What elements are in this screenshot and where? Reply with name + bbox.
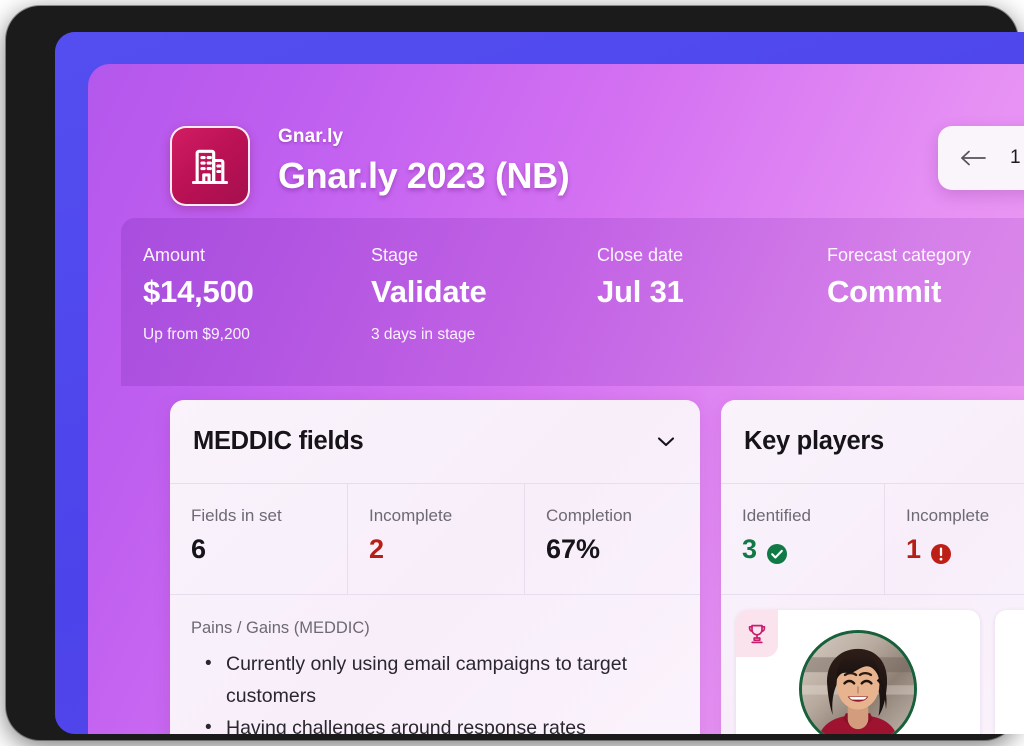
deal-heading: Gnar.ly Gnar.ly 2023 (NB) — [278, 124, 570, 200]
stat-value-wrapper: 3 — [742, 531, 884, 567]
stat-value: 2 — [369, 534, 385, 564]
key-players-card: Key players Identified 3 Incomplete 1 — [721, 400, 1024, 734]
check-circle-icon — [766, 538, 788, 564]
stat-subtext: Up from $9,200 — [143, 326, 250, 343]
list-item: Having challenges around response rates — [191, 712, 676, 734]
list-item: Currently only using email campaigns to … — [191, 648, 676, 712]
players-stat-incomplete: Incomplete 1 — [885, 484, 1024, 594]
stat-value: Validate — [371, 274, 487, 309]
deal-header: Gnar.ly Gnar.ly 2023 (NB) 1 of 5 — [88, 64, 1024, 218]
players-stat-identified: Identified 3 — [721, 484, 885, 594]
stat-label: Fields in set — [191, 506, 282, 525]
stat-label: Incomplete — [369, 506, 453, 525]
meddic-stat-fields-in-set: Fields in set 6 — [170, 484, 348, 594]
stat-amount: Amount $14,500 Up from $9,200 — [121, 244, 349, 386]
stat-stage: Stage Validate 3 days in stage — [349, 244, 575, 386]
stat-label: Completion — [546, 506, 632, 525]
list-item[interactable] — [995, 610, 1024, 734]
stat-value: 3 — [742, 534, 758, 564]
key-players-card-stats: Identified 3 Incomplete 1 — [721, 483, 1024, 595]
page-title: Gnar.ly 2023 (NB) — [278, 155, 570, 196]
company-name: Gnar.ly — [278, 126, 344, 147]
stat-value: $14,500 — [143, 274, 254, 309]
deal-stats-band: Amount $14,500 Up from $9,200 Stage Vali… — [121, 218, 1024, 386]
arrow-left-icon[interactable] — [958, 148, 988, 168]
stat-value: Jul 31 — [597, 274, 684, 309]
meddic-fields-card: MEDDIC fields Fields in set 6 Incomplete… — [170, 400, 700, 734]
meddic-stat-incomplete: Incomplete 2 — [348, 484, 525, 594]
stat-label: Forecast category — [827, 245, 972, 265]
stat-label: Stage — [371, 245, 419, 265]
meddic-card-body: Pains / Gains (MEDDIC) Currently only us… — [170, 595, 700, 734]
stat-value: 67% — [546, 534, 601, 564]
stat-label: Incomplete — [906, 506, 990, 525]
device-frame: Gnar.ly Gnar.ly 2023 (NB) 1 of 5 Amount — [6, 6, 1024, 740]
building-icon — [170, 126, 250, 206]
stat-value: Commit — [827, 274, 942, 309]
trophy-icon — [736, 610, 778, 657]
stat-subtext: 3 days in stage — [371, 326, 476, 343]
stat-value: 6 — [191, 534, 207, 564]
meddic-card-header[interactable]: MEDDIC fields — [170, 400, 700, 483]
stat-value-wrapper: 1 — [906, 531, 1024, 567]
stat-value: 1 — [906, 534, 922, 564]
stat-label: Identified — [742, 506, 811, 525]
deal-detail-panel: Gnar.ly Gnar.ly 2023 (NB) 1 of 5 Amount — [88, 64, 1024, 734]
pains-gains-list: Currently only using email campaigns to … — [191, 648, 676, 734]
list-item[interactable]: Jane Cooper — [736, 610, 980, 734]
key-players-card-header: Key players — [721, 400, 1024, 483]
pager-label: 1 of 5 — [1010, 147, 1024, 168]
meddic-card-stats: Fields in set 6 Incomplete 2 Completion … — [170, 483, 700, 595]
device-screen: Gnar.ly Gnar.ly 2023 (NB) 1 of 5 Amount — [55, 32, 1024, 734]
stat-label: Close date — [597, 245, 684, 265]
pains-gains-label: Pains / Gains (MEDDIC) — [191, 619, 370, 637]
stat-close-date: Close date Jul 31 — [575, 244, 805, 386]
record-pager[interactable]: 1 of 5 — [938, 126, 1024, 190]
stat-label: Amount — [143, 245, 206, 265]
cards-row: MEDDIC fields Fields in set 6 Incomplete… — [170, 400, 1024, 734]
chevron-down-icon[interactable] — [656, 435, 676, 448]
meddic-stat-completion: Completion 67% — [525, 484, 700, 594]
meddic-card-title: MEDDIC fields — [193, 427, 364, 455]
key-players-card-title: Key players — [744, 427, 884, 455]
avatar — [799, 630, 917, 734]
stat-forecast-category: Forecast category Commit — [805, 244, 1024, 386]
key-players-list: Jane Cooper — [721, 595, 1024, 734]
alert-circle-icon — [930, 538, 952, 564]
